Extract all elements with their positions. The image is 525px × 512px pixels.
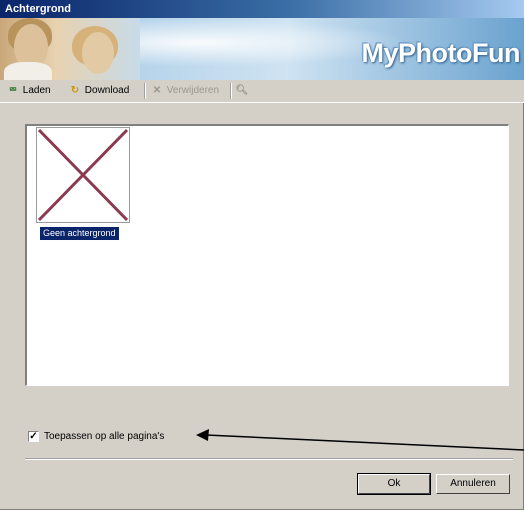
annotation-arrow (196, 429, 525, 451)
